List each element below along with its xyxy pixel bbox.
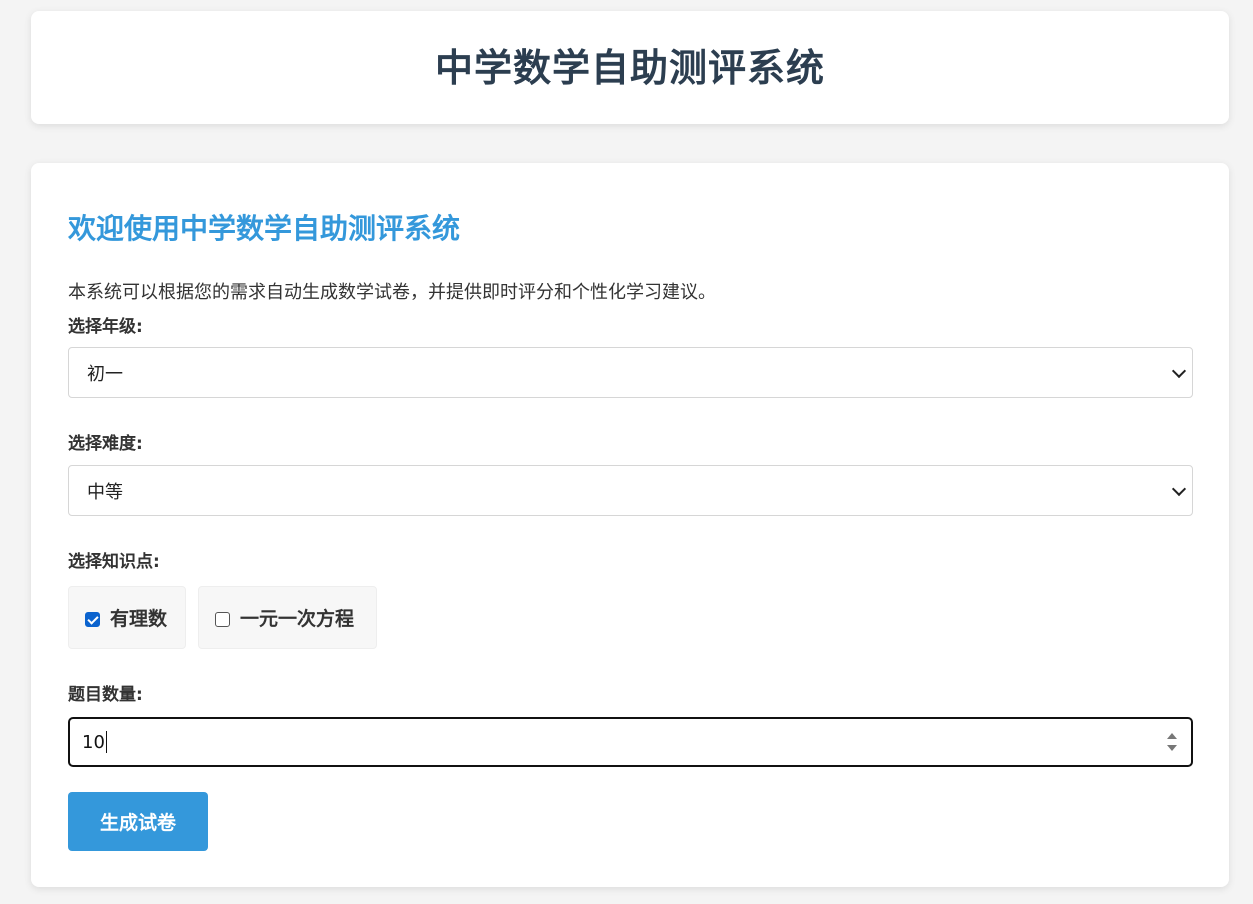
topic-label: 有理数 (110, 608, 168, 630)
intro-text: 本系统可以根据您的需求自动生成数学试卷，并提供即时评分和个性化学习建议。 (68, 282, 716, 303)
spinner-up-icon[interactable] (1167, 733, 1177, 739)
header-card: 中学数学自助测评系统 (31, 11, 1229, 124)
question-count-input[interactable]: 10 (68, 717, 1193, 767)
difficulty-label: 选择难度: (68, 434, 143, 454)
welcome-title: 欢迎使用中学数学自助测评系统 (68, 212, 461, 245)
topic-checkbox-linear-equations[interactable]: 一元一次方程 (198, 586, 377, 649)
topics-label: 选择知识点: (68, 552, 160, 572)
page-title: 中学数学自助测评系统 (434, 46, 825, 90)
checkbox-unchecked-icon[interactable] (215, 612, 230, 627)
grade-label: 选择年级: (68, 317, 143, 337)
generate-paper-button[interactable]: 生成试卷 (68, 792, 208, 851)
spinner-down-icon[interactable] (1167, 745, 1177, 751)
difficulty-select-value: 中等 (87, 481, 123, 503)
checkbox-checked-icon[interactable] (85, 612, 100, 627)
grade-select-value: 初一 (87, 363, 123, 385)
question-count-label: 题目数量: (68, 685, 143, 705)
topic-checkbox-rational-numbers[interactable]: 有理数 (68, 586, 186, 649)
text-caret (105, 731, 107, 753)
chevron-down-icon (1171, 363, 1187, 378)
chevron-down-icon (1171, 481, 1187, 496)
difficulty-select[interactable]: 中等 (68, 465, 1193, 516)
main-card: 欢迎使用中学数学自助测评系统 本系统可以根据您的需求自动生成数学试卷，并提供即时… (31, 163, 1229, 887)
topic-label: 一元一次方程 (240, 608, 355, 630)
question-count-value: 10 (82, 731, 105, 753)
grade-select[interactable]: 初一 (68, 347, 1193, 398)
spinner-icon[interactable] (1167, 733, 1177, 751)
